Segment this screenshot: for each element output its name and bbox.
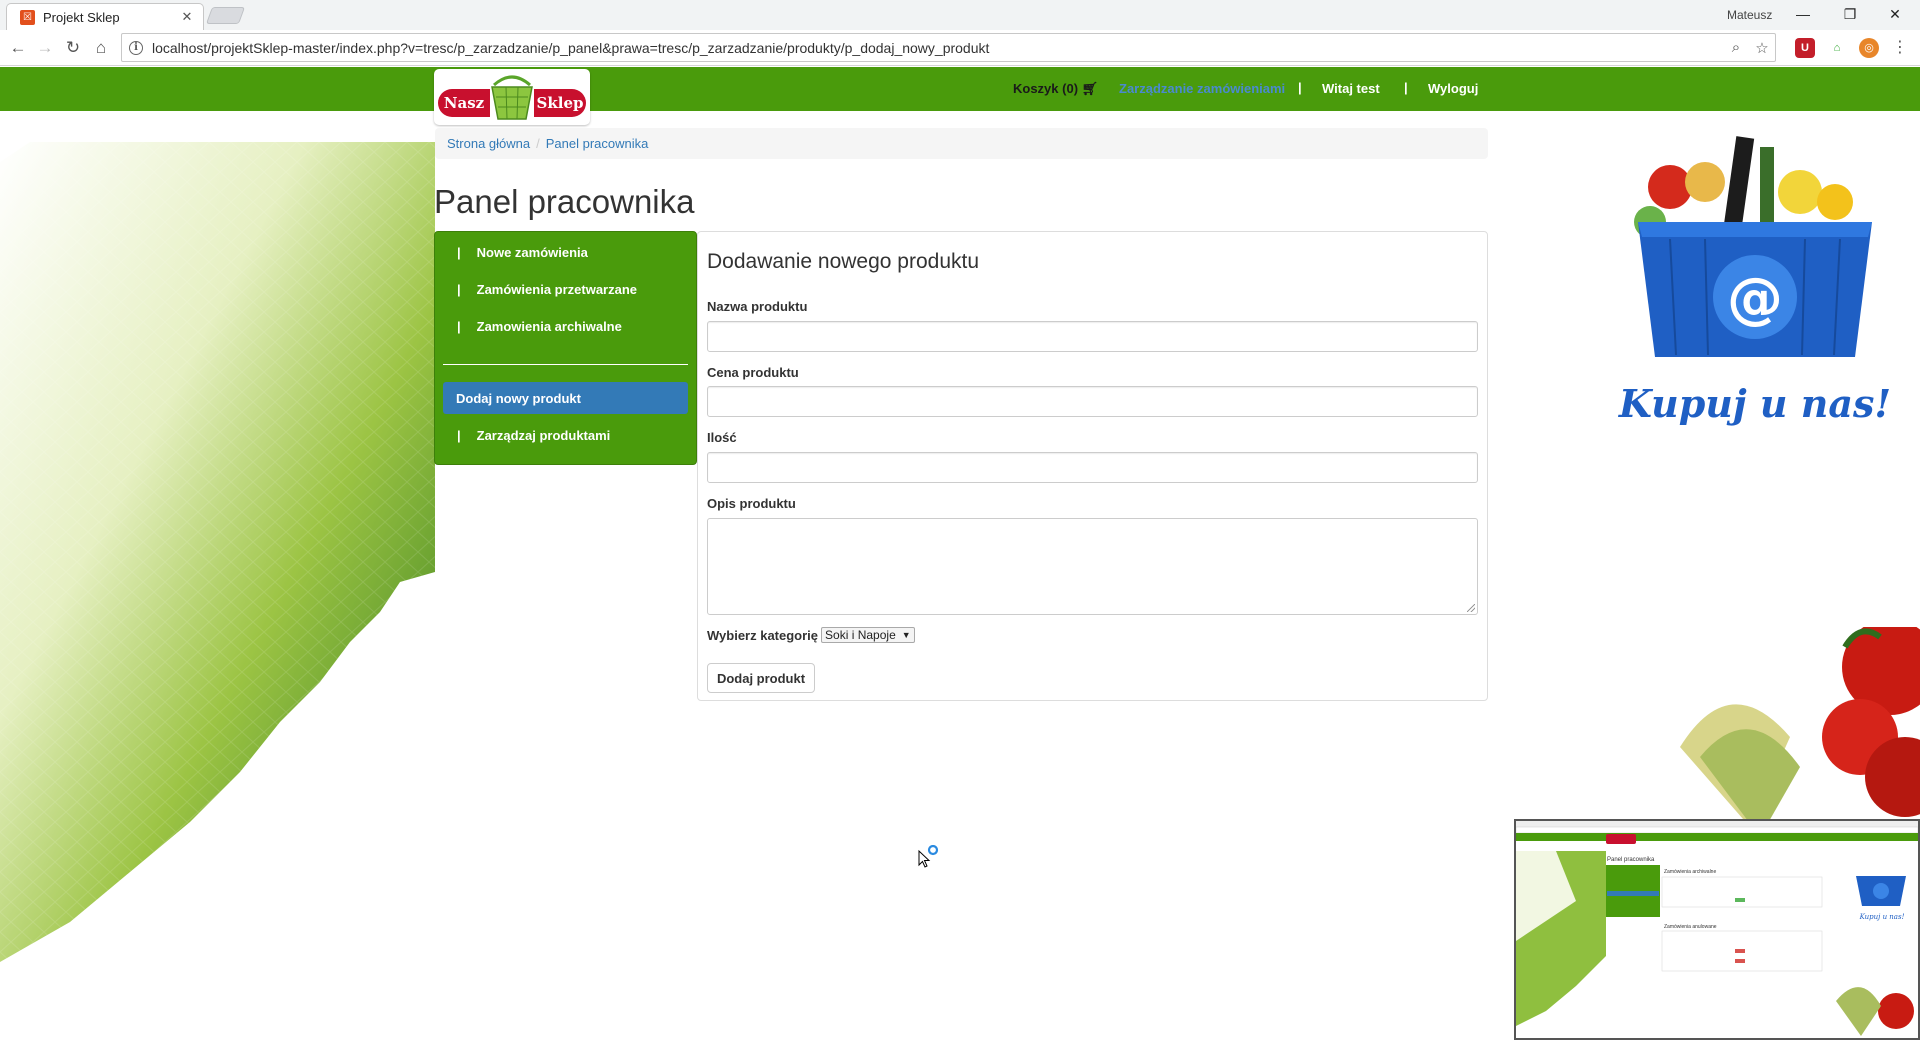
zoom-search-icon[interactable]: ⌕ bbox=[1723, 39, 1749, 56]
nav-separator: | bbox=[1404, 80, 1408, 95]
thumbnail-image: Panel pracownika Zamówienia archiwalne Z… bbox=[1516, 821, 1918, 1036]
add-product-button[interactable]: Dodaj produkt bbox=[707, 663, 815, 693]
screenshot-thumbnail-preview[interactable]: Panel pracownika Zamówienia archiwalne Z… bbox=[1514, 819, 1920, 1040]
form-title: Dodawanie nowego produktu bbox=[707, 250, 980, 273]
product-quantity-input[interactable] bbox=[707, 452, 1478, 483]
cart-label: Koszyk (0) bbox=[1013, 81, 1079, 96]
employee-sidebar: | Nowe zamówienia | Zamówienia przetwarz… bbox=[434, 231, 697, 465]
sidebar-item-label: Dodaj nowy produkt bbox=[456, 390, 581, 406]
back-arrow-icon[interactable]: ← bbox=[5, 35, 31, 61]
sidebar-item-manage-products[interactable]: | Zarządzaj produktami bbox=[443, 419, 688, 451]
logout-link[interactable]: Wyloguj bbox=[1428, 81, 1478, 96]
thumb-section-cancelled: Zamówienia anulowane bbox=[1664, 924, 1717, 930]
address-bar[interactable]: i localhost/projektSklep-master/index.ph… bbox=[121, 33, 1776, 62]
thumb-title: Panel pracownika bbox=[1607, 857, 1655, 863]
tab-close-icon[interactable]: ✕ bbox=[179, 9, 195, 25]
svg-text:@: @ bbox=[1727, 266, 1783, 331]
category-selected-value: Soki i Napoje bbox=[825, 628, 896, 642]
sidebar-item-processing-orders[interactable]: | Zamówienia przetwarzane bbox=[443, 273, 688, 305]
product-price-input[interactable] bbox=[707, 386, 1478, 417]
close-window-button[interactable]: ✕ bbox=[1880, 3, 1910, 25]
forward-arrow-icon[interactable]: → bbox=[32, 35, 58, 61]
add-product-form: Dodawanie nowego produktu Nazwa produktu… bbox=[697, 231, 1488, 701]
restore-button[interactable]: ❐ bbox=[1835, 3, 1865, 25]
tab-title: Projekt Sklep bbox=[43, 9, 120, 25]
category-row: Wybierz kategorię Soki i Napoje ▼ bbox=[707, 627, 915, 643]
product-quantity-label: Ilość bbox=[707, 430, 737, 445]
menu-dots-icon[interactable]: ⋮ bbox=[1887, 35, 1913, 61]
slogan-text: Kupuj u nas! bbox=[1618, 381, 1891, 426]
sidebar-bullet: | bbox=[457, 427, 461, 443]
xampp-favicon-icon: ☒ bbox=[20, 9, 35, 25]
browser-tab[interactable]: ☒ Projekt Sklep ✕ bbox=[6, 3, 204, 30]
product-name-input[interactable] bbox=[707, 321, 1478, 352]
new-tab-button[interactable] bbox=[205, 7, 246, 24]
sidebar-item-label: Zamówienia przetwarzane bbox=[476, 281, 638, 297]
house-extension-icon[interactable]: ⌂ bbox=[1827, 38, 1847, 58]
manage-orders-link[interactable]: Zarządzanie zamówieniami bbox=[1119, 81, 1285, 96]
ublock-extension-icon[interactable]: U bbox=[1795, 38, 1815, 58]
category-label: Wybierz kategorię bbox=[707, 627, 819, 643]
browser-tab-bar: ☒ Projekt Sklep ✕ Mateusz — ❐ ✕ bbox=[0, 0, 1920, 30]
sidebar-bullet: | bbox=[457, 244, 461, 260]
breadcrumb-home-link[interactable]: Strona główna bbox=[447, 136, 530, 151]
cart-icon: 🛒︎ bbox=[1081, 81, 1099, 96]
browser-toolbar: ← → ↻ ⌂ i localhost/projektSklep-master/… bbox=[0, 30, 1920, 66]
bookmark-star-icon[interactable]: ☆ bbox=[1749, 39, 1775, 57]
shopping-basket-image: @ Kupuj u nas! bbox=[1618, 136, 1891, 426]
logo-basket-icon bbox=[491, 75, 533, 120]
minimize-button[interactable]: — bbox=[1788, 3, 1818, 25]
sidebar-item-label: Zarządzaj produktami bbox=[476, 427, 611, 443]
busy-cursor-icon bbox=[918, 845, 939, 868]
dropdown-arrow-icon: ▼ bbox=[901, 630, 911, 640]
url-text[interactable]: localhost/projektSklep-master/index.php?… bbox=[152, 40, 1723, 56]
page-viewport: @ Kupuj u nas! Koszyk (0) 🛒︎ Zarządzanie… bbox=[0, 67, 1920, 1040]
extension-icon[interactable]: ◎ bbox=[1859, 38, 1879, 58]
sidebar-bullet: | bbox=[457, 281, 461, 297]
nav-separator: | bbox=[1298, 80, 1302, 95]
shop-logo[interactable]: Nasz Sklep bbox=[434, 69, 590, 125]
thumb-slogan: Kupuj u nas! bbox=[1859, 913, 1905, 921]
sidebar-item-label: Zamowienia archiwalne bbox=[476, 318, 622, 334]
breadcrumb-separator: / bbox=[536, 136, 540, 151]
sidebar-item-archived-orders[interactable]: | Zamowienia archiwalne bbox=[443, 310, 688, 342]
cart-link[interactable]: Koszyk (0) 🛒︎ bbox=[1013, 81, 1098, 97]
sidebar-item-add-product[interactable]: Dodaj nowy produkt bbox=[443, 382, 688, 414]
logo-text-right: Sklep bbox=[534, 89, 586, 117]
sidebar-item-label: Nowe zamówienia bbox=[476, 244, 588, 260]
home-icon[interactable]: ⌂ bbox=[88, 35, 114, 61]
page-title: Panel pracownika bbox=[434, 183, 695, 220]
product-description-textarea[interactable] bbox=[707, 518, 1478, 615]
sidebar-item-new-orders[interactable]: | Nowe zamówienia bbox=[443, 236, 688, 268]
product-name-label: Nazwa produktu bbox=[707, 299, 808, 314]
resize-grip-icon[interactable] bbox=[1467, 604, 1475, 612]
top-navbar: Koszyk (0) 🛒︎ Zarządzanie zamówieniami |… bbox=[0, 67, 1920, 111]
product-description-label: Opis produktu bbox=[707, 496, 796, 511]
thumb-section-archived: Zamówienia archiwalne bbox=[1664, 869, 1716, 875]
welcome-link[interactable]: Witaj test bbox=[1322, 81, 1380, 96]
logo-text-left: Nasz bbox=[438, 89, 490, 117]
sidebar-bullet: | bbox=[457, 318, 461, 334]
breadcrumb: Strona główna / Panel pracownika bbox=[435, 128, 1488, 159]
sidebar-divider bbox=[443, 364, 688, 365]
breadcrumb-current[interactable]: Panel pracownika bbox=[546, 136, 649, 151]
reload-icon[interactable]: ↻ bbox=[60, 35, 86, 61]
info-icon[interactable]: i bbox=[129, 40, 143, 55]
product-price-label: Cena produktu bbox=[707, 365, 799, 380]
green-background-art bbox=[0, 142, 435, 962]
profile-name[interactable]: Mateusz bbox=[1727, 8, 1772, 22]
category-select[interactable]: Soki i Napoje ▼ bbox=[821, 627, 915, 643]
